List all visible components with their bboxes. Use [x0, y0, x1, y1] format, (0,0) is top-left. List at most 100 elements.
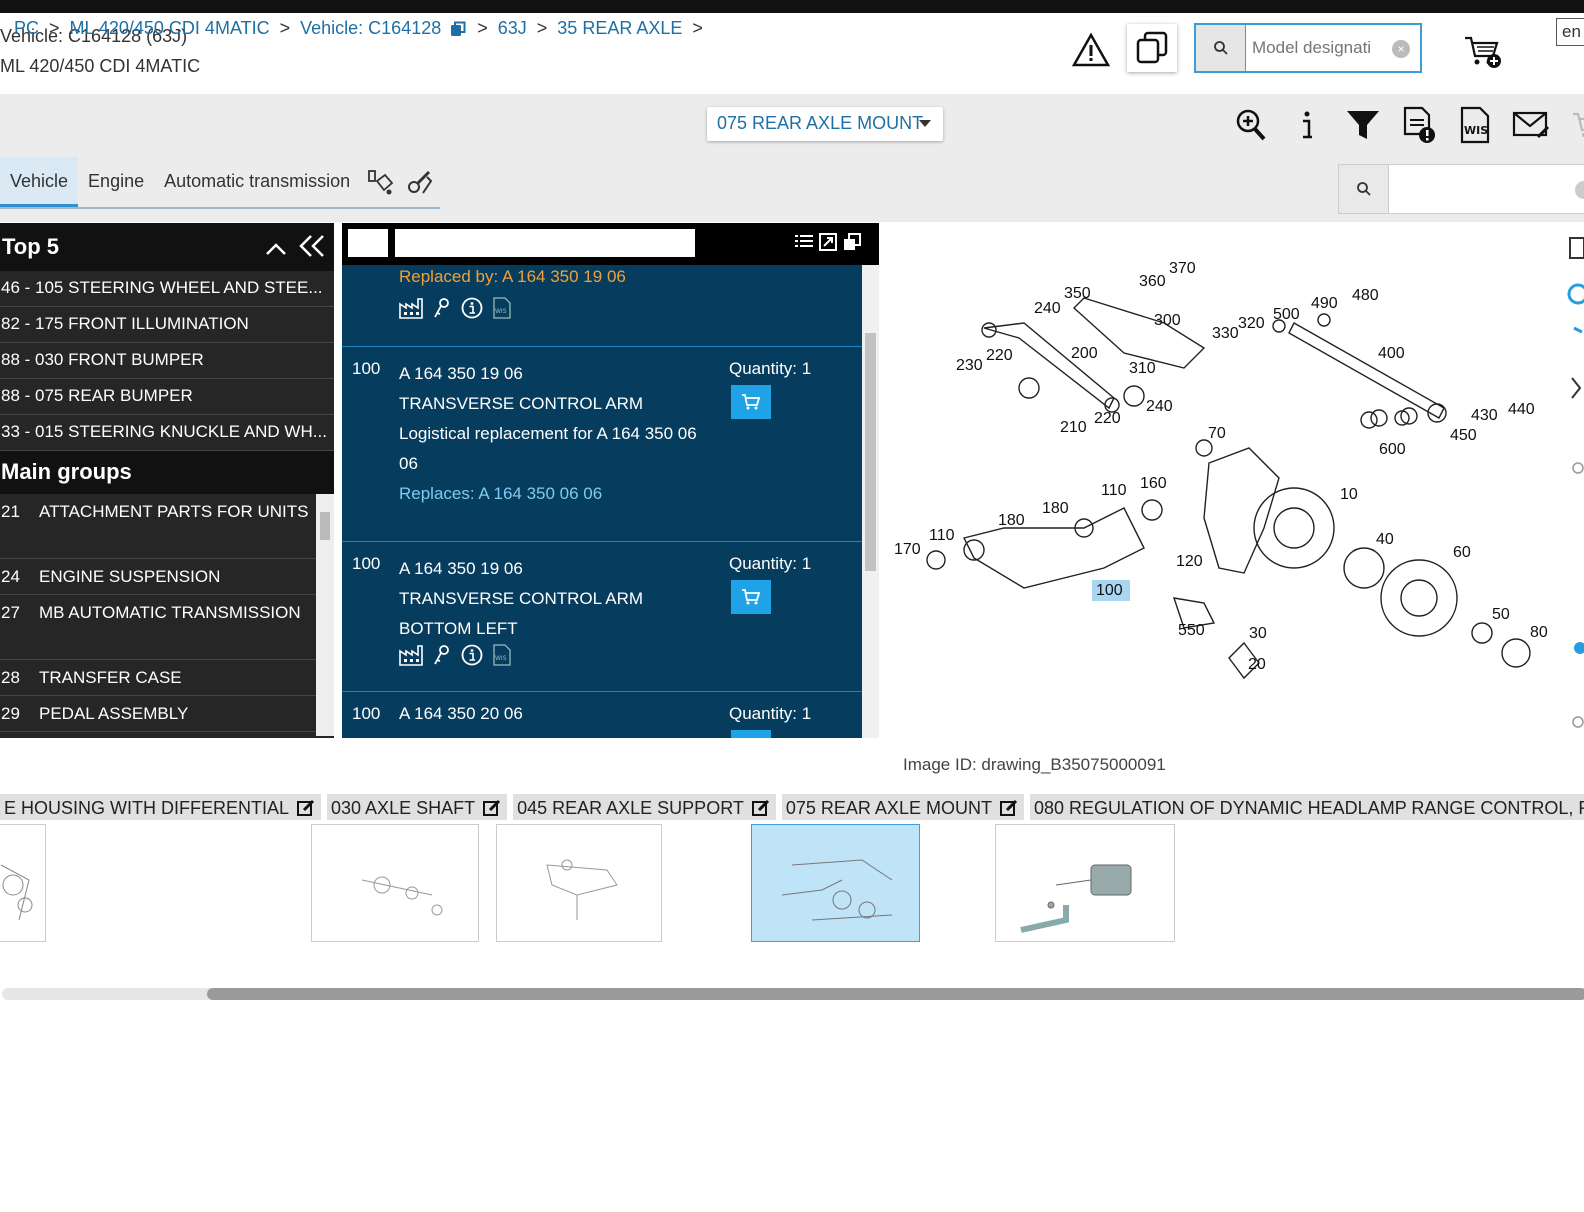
edit-icon[interactable]: [297, 799, 315, 817]
callout-240[interactable]: 240: [1146, 398, 1173, 415]
main-group-item[interactable]: 24 ENGINE SUSPENSION: [0, 559, 334, 595]
expand-icon[interactable]: [818, 232, 838, 252]
breadcrumb-group[interactable]: 35 REAR AXLE: [557, 18, 682, 39]
callout-80[interactable]: 80: [1530, 624, 1548, 641]
subgroup-thumbnail[interactable]: [496, 824, 662, 942]
info-circle-icon[interactable]: [461, 297, 483, 319]
main-group-item[interactable]: 29 PEDAL ASSEMBLY: [0, 696, 334, 732]
list-view-icon[interactable]: [794, 232, 814, 252]
callout-110[interactable]: 110: [929, 527, 955, 544]
callout-230[interactable]: 230: [956, 357, 983, 374]
callout-180[interactable]: 180: [998, 512, 1025, 529]
key-icon[interactable]: [433, 297, 451, 319]
document-alert-icon[interactable]: [1400, 106, 1438, 144]
callout-440[interactable]: 440: [1508, 401, 1535, 418]
factory-icon[interactable]: [399, 297, 423, 319]
callout-490[interactable]: 490: [1311, 295, 1338, 312]
edit-icon[interactable]: [483, 799, 501, 817]
edit-icon[interactable]: [999, 799, 1018, 817]
top5-item[interactable]: 46 - 105 STEERING WHEEL AND STEE...: [0, 271, 334, 307]
top5-item[interactable]: 82 - 175 FRONT ILLUMINATION: [0, 307, 334, 343]
callout-60[interactable]: 60: [1453, 544, 1471, 561]
filter-icon[interactable]: [1344, 106, 1382, 144]
parts-scrollbar[interactable]: [862, 265, 879, 738]
callout-300[interactable]: 300: [1154, 312, 1181, 329]
subgroup-tab[interactable]: 080 REGULATION OF DYNAMIC HEADLAMP RANGE…: [1029, 794, 1584, 820]
cart-icon[interactable]: [1568, 106, 1584, 144]
subgroup-thumbnail[interactable]: [995, 824, 1175, 942]
top5-item[interactable]: 88 - 030 FRONT BUMPER: [0, 343, 334, 379]
warning-icon[interactable]: [1071, 32, 1111, 68]
subgroup-thumbnail-selected[interactable]: [751, 824, 920, 942]
parts-filter-input[interactable]: [395, 229, 695, 257]
copy-vin-icon[interactable]: [449, 20, 467, 38]
callout-480[interactable]: 480: [1352, 287, 1379, 304]
callout-320[interactable]: 320: [1238, 315, 1265, 332]
callout-550[interactable]: 550: [1178, 622, 1205, 639]
callout-180[interactable]: 180: [1042, 500, 1069, 517]
callout-450[interactable]: 450: [1450, 427, 1477, 444]
subgroup-thumbnail[interactable]: [311, 824, 479, 942]
wis-document-icon[interactable]: WIS: [493, 644, 511, 666]
breadcrumb-pc[interactable]: PC: [14, 18, 39, 39]
callout-30[interactable]: 30: [1249, 625, 1267, 642]
paint-icon[interactable]: [360, 157, 400, 207]
callout-430[interactable]: 430: [1471, 407, 1498, 424]
search-button[interactable]: [1196, 25, 1246, 71]
subgroup-tab[interactable]: E HOUSING WITH DIFFERENTIAL: [0, 794, 322, 820]
exploded-parts-drawing[interactable]: 370360350240300490 480500330320230220 2003…: [884, 228, 1564, 748]
subgroup-thumbnail[interactable]: [0, 824, 46, 942]
breadcrumb-model[interactable]: ML 420/450 CDI 4MATIC: [70, 18, 270, 39]
callout-600[interactable]: 600: [1379, 441, 1406, 458]
top5-item[interactable]: 88 - 075 REAR BUMPER: [0, 379, 334, 415]
horizontal-scrollbar[interactable]: [2, 988, 1584, 1000]
part-row[interactable]: 100 A 164 350 20 06 Quantity: 1: [342, 692, 862, 738]
add-to-cart-button[interactable]: [731, 580, 771, 614]
callout-40[interactable]: 40: [1376, 531, 1394, 548]
info-circle-icon[interactable]: [461, 644, 483, 666]
callout-360[interactable]: 360: [1139, 273, 1166, 290]
wis-document-icon[interactable]: WIS: [493, 297, 511, 319]
callout-20[interactable]: 20: [1248, 656, 1266, 673]
callout-210[interactable]: 210: [1060, 419, 1087, 436]
add-to-cart-icon[interactable]: [1463, 34, 1503, 70]
callout-70[interactable]: 70: [1208, 425, 1226, 442]
chevron-up-icon[interactable]: [265, 237, 287, 255]
callout-100[interactable]: 100: [1096, 582, 1123, 599]
callout-160[interactable]: 160: [1140, 475, 1167, 492]
copy-button[interactable]: [1127, 24, 1177, 72]
add-to-cart-button[interactable]: [731, 385, 771, 419]
scrollbar-thumb[interactable]: [207, 988, 1584, 1000]
popout-icon[interactable]: [842, 232, 862, 252]
tab-engine[interactable]: Engine: [78, 157, 154, 207]
main-group-item[interactable]: 21 ATTACHMENT PARTS FOR UNITS: [0, 494, 334, 559]
tools-icon[interactable]: [400, 157, 440, 207]
callout-330[interactable]: 330: [1212, 325, 1239, 342]
factory-icon[interactable]: [399, 644, 423, 666]
parts-search-box[interactable]: [1338, 164, 1584, 214]
callout-350[interactable]: 350: [1064, 285, 1091, 302]
callout-310[interactable]: 310: [1129, 360, 1156, 377]
collapse-panel-icon[interactable]: [298, 233, 326, 259]
wis-icon[interactable]: WIS: [1456, 106, 1494, 144]
callout-170[interactable]: 170: [894, 541, 921, 558]
position-filter-input[interactable]: [348, 229, 388, 257]
callout-220[interactable]: 220: [986, 347, 1013, 364]
callout-220[interactable]: 220: [1094, 410, 1121, 427]
callout-370[interactable]: 370: [1169, 260, 1196, 277]
breadcrumb-code[interactable]: 63J: [498, 18, 527, 39]
tab-vehicle[interactable]: Vehicle: [0, 157, 79, 207]
subgroup-tab-active[interactable]: 075 REAR AXLE MOUNT: [781, 794, 1024, 820]
subgroup-dropdown[interactable]: 075 REAR AXLE MOUNT: [707, 107, 943, 141]
callout-120[interactable]: 120: [1176, 553, 1203, 570]
top5-item[interactable]: 33 - 015 STEERING KNUCKLE AND WH...: [0, 415, 334, 451]
key-icon[interactable]: [433, 644, 451, 666]
info-icon[interactable]: [1288, 106, 1326, 144]
callout-400[interactable]: 400: [1378, 345, 1405, 362]
tab-automatic-transmission[interactable]: Automatic transmission: [154, 157, 360, 207]
scrollbar-thumb[interactable]: [865, 333, 876, 571]
part-row[interactable]: 100 A 164 350 19 06 TRANSVERSE CONTROL A…: [342, 542, 862, 692]
main-groups-scrollbar[interactable]: [316, 494, 334, 736]
subgroup-tab[interactable]: 030 AXLE SHAFT: [327, 794, 508, 820]
edit-icon[interactable]: [751, 799, 770, 817]
